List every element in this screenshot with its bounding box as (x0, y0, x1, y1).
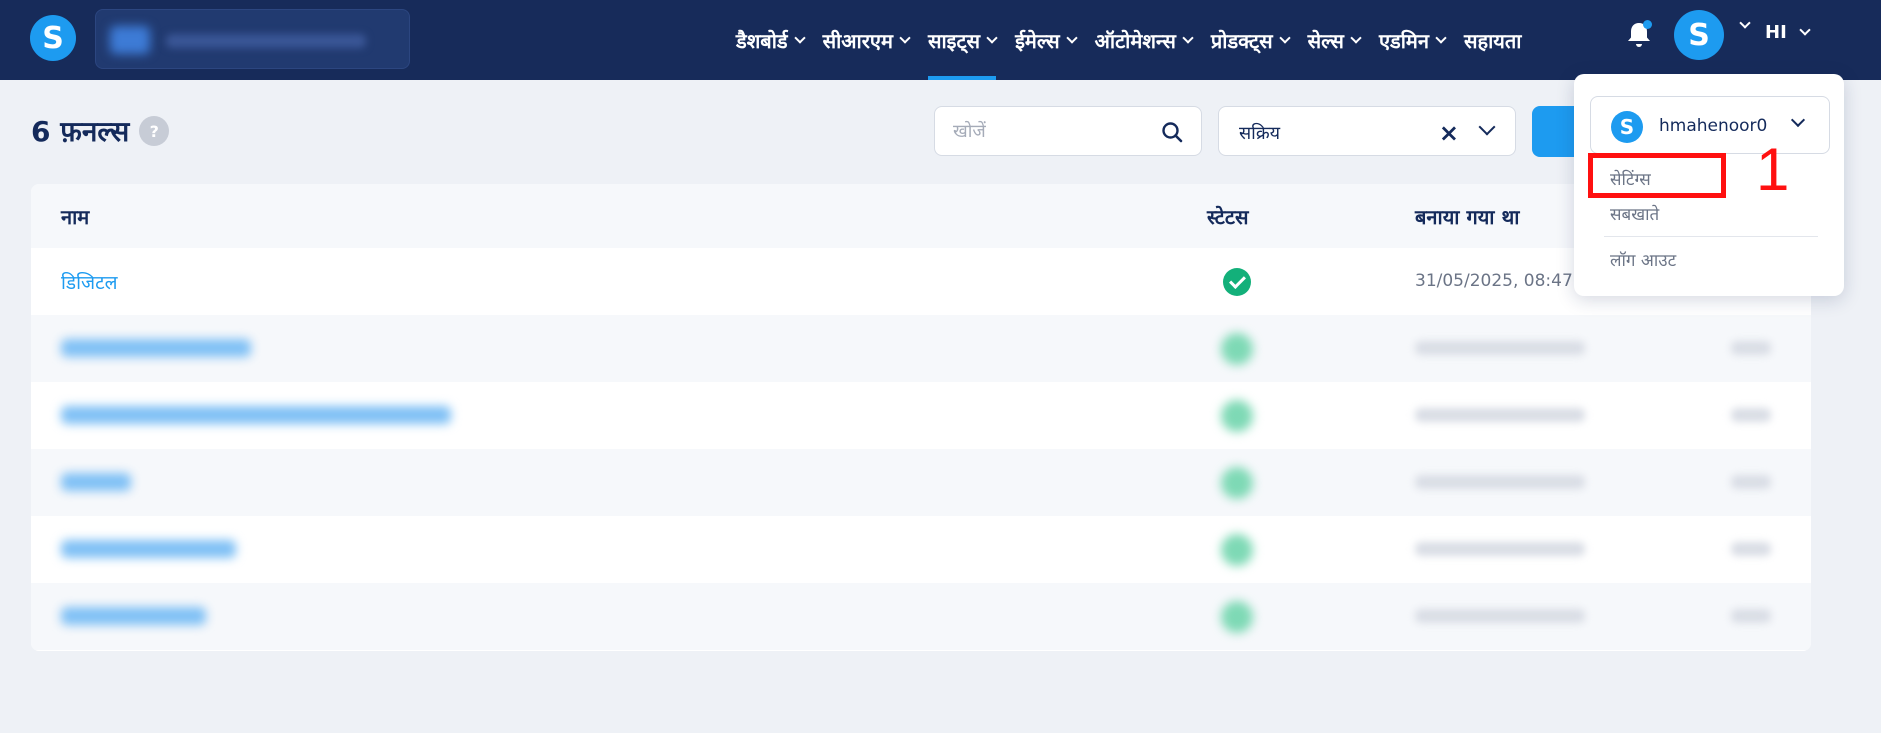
check-circle-icon (1223, 268, 1251, 296)
menu-admin[interactable]: एडमिन (1378, 0, 1447, 80)
menu-label: सहायता (1463, 28, 1522, 53)
check-circle-icon (1221, 467, 1253, 499)
table-header: नाम स्टेटस बनाया गया था (31, 184, 1811, 248)
chevron-down-icon (1435, 31, 1447, 44)
help-icon[interactable]: ? (139, 116, 170, 146)
menu-label: सीआरएम (822, 28, 893, 53)
table-row[interactable] (31, 583, 1811, 650)
row-actions-blurred[interactable] (1731, 341, 1771, 355)
account-avatar: S (1611, 111, 1643, 143)
check-circle-icon (1221, 601, 1253, 633)
divider (1604, 236, 1818, 237)
row-actions-blurred[interactable] (1731, 542, 1771, 556)
menu-crm[interactable]: सीआरएम (822, 0, 911, 80)
menu-automations[interactable]: ऑटोमेशन्स (1094, 0, 1194, 80)
account-name: hmahenoor0 (1659, 116, 1768, 136)
funnels-table: नाम स्टेटस बनाया गया था डिजिटल 31/05/202… (31, 184, 1811, 651)
chevron-down-icon (1182, 31, 1194, 44)
chevron-down-icon (986, 31, 998, 44)
notification-dot (1643, 20, 1652, 29)
funnel-name-blurred[interactable] (61, 406, 451, 424)
row-actions-blurred[interactable] (1731, 609, 1771, 623)
menu-label: सेल्स (1307, 28, 1344, 53)
menu-dashboard[interactable]: डैशबोर्ड (736, 0, 806, 80)
chevron-down-icon (1790, 112, 1806, 128)
created-date-blurred (1415, 542, 1585, 556)
funnel-name-blurred[interactable] (61, 473, 131, 491)
funnel-name-blurred[interactable] (61, 607, 206, 625)
created-date-blurred (1415, 475, 1585, 489)
created-date-blurred (1415, 609, 1585, 623)
language-label: HI (1765, 22, 1787, 43)
column-header-created[interactable]: बनाया गया था (1415, 203, 1519, 230)
menu-products[interactable]: प्रोडक्ट्स (1210, 0, 1291, 80)
check-circle-icon (1221, 534, 1253, 566)
menu-label: ऑटोमेशन्स (1094, 28, 1176, 53)
bell-icon[interactable] (1626, 20, 1652, 50)
created-date-blurred (1415, 408, 1585, 422)
chevron-down-icon (1350, 31, 1362, 44)
menu-label: ईमेल्स (1015, 28, 1060, 53)
chevron-down-icon (1478, 118, 1496, 136)
user-avatar[interactable]: S (1674, 10, 1724, 60)
page-title: 6 फ़नल्स ? (31, 112, 170, 150)
chevron-down-icon (1799, 24, 1811, 36)
chevron-down-icon (899, 31, 911, 44)
table-row[interactable] (31, 516, 1811, 583)
table-row[interactable]: डिजिटल 31/05/2025, 08:47 PM (31, 248, 1811, 315)
menu-emails[interactable]: ईमेल्स (1015, 0, 1078, 80)
chevron-down-icon (1278, 31, 1291, 44)
funnel-name-blurred[interactable] (61, 540, 236, 558)
chevron-down-icon (793, 31, 806, 44)
menu-item-logout[interactable]: लॉग आउट (1610, 248, 1676, 271)
workspace-name-blurred (166, 34, 366, 48)
row-actions-blurred[interactable] (1731, 408, 1771, 422)
status-filter-select[interactable]: सक्रिय × (1218, 106, 1516, 156)
account-selector[interactable]: S hmahenoor0 (1590, 96, 1830, 154)
main-menu: डैशबोर्ड सीआरएम साइट्स ईमेल्स ऑटोमेशन्स … (736, 0, 1540, 80)
table-row[interactable] (31, 449, 1811, 516)
top-navbar: S डैशबोर्ड सीआरएम साइट्स ईमेल्स ऑटोमेशन्… (0, 0, 1881, 80)
check-circle-icon (1221, 400, 1253, 432)
table-row[interactable] (31, 382, 1811, 449)
search-input[interactable] (953, 119, 1153, 143)
menu-item-subaccounts[interactable]: सबखाते (1610, 202, 1659, 225)
status-filter-value: सक्रिय (1239, 123, 1281, 144)
workspace-switcher[interactable] (95, 9, 410, 69)
menu-label: प्रोडक्ट्स (1210, 28, 1273, 53)
annotation-number: 1 (1756, 136, 1790, 203)
funnel-name-blurred[interactable] (61, 339, 251, 357)
app-logo[interactable]: S (30, 15, 76, 61)
menu-label: डैशबोर्ड (736, 28, 788, 53)
chevron-down-icon[interactable] (1739, 17, 1751, 29)
page-title-text: 6 फ़नल्स (31, 115, 130, 148)
column-header-name[interactable]: नाम (61, 203, 89, 230)
search-icon[interactable] (1161, 121, 1183, 143)
row-actions-blurred[interactable] (1731, 475, 1771, 489)
menu-sites[interactable]: साइट्स (927, 0, 998, 80)
table-row[interactable] (31, 315, 1811, 382)
check-circle-icon (1221, 333, 1253, 365)
search-box (934, 106, 1202, 156)
created-date-blurred (1415, 341, 1585, 355)
menu-label: एडमिन (1378, 28, 1429, 53)
language-switcher[interactable]: HI (1765, 22, 1811, 43)
column-header-status[interactable]: स्टेटस (1207, 203, 1248, 230)
highlight-box (1588, 153, 1726, 198)
chevron-down-icon (1065, 31, 1078, 44)
menu-label: साइट्स (927, 28, 981, 53)
menu-sales[interactable]: सेल्स (1307, 0, 1362, 80)
funnel-name-link[interactable]: डिजिटल (61, 269, 118, 295)
clear-icon[interactable]: × (1439, 119, 1459, 147)
menu-help[interactable]: सहायता (1464, 0, 1522, 80)
workspace-logo-blurred (110, 26, 150, 54)
